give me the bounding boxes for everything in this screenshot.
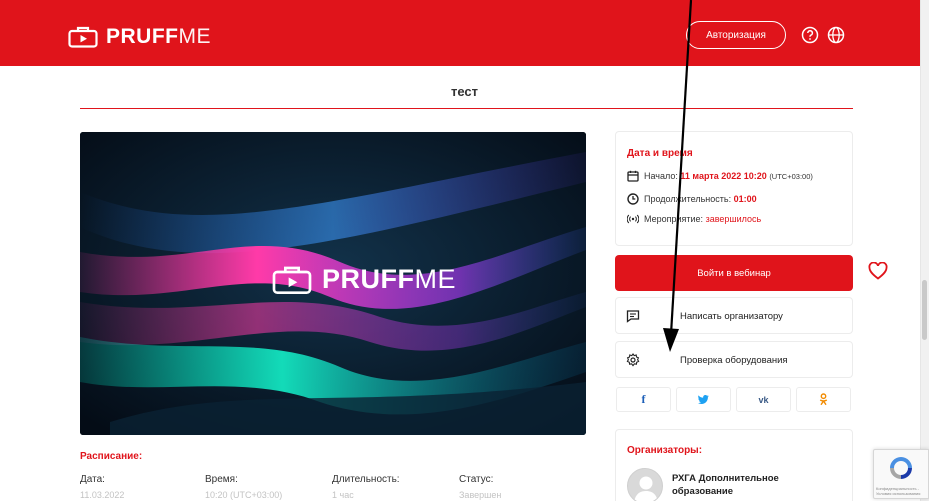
write-organizer-label: Написать организатору	[680, 311, 783, 322]
start-label: Начало:	[644, 171, 678, 181]
schedule-header-date: Дата:	[80, 474, 105, 485]
login-button[interactable]: Авторизация	[686, 21, 786, 49]
heart-icon[interactable]	[868, 262, 888, 280]
organizer-name[interactable]: РХГА Дополнительное образование	[672, 472, 802, 498]
video-logo: PRUFFME	[272, 264, 456, 295]
equipment-check-label: Проверка оборудования	[680, 355, 788, 366]
schedule-header-status: Статус:	[459, 474, 494, 485]
briefcase-play-icon	[272, 266, 312, 294]
status-label: Мероприятие:	[644, 214, 704, 224]
globe-icon[interactable]	[827, 26, 845, 44]
share-odnoklassniki-button[interactable]	[796, 387, 851, 412]
message-icon	[626, 310, 640, 323]
broadcast-icon	[627, 214, 639, 224]
organizers-title: Организаторы:	[627, 445, 703, 456]
schedule-header-duration: Длительность:	[332, 474, 400, 485]
join-webinar-button[interactable]: Войти в вебинар	[615, 255, 853, 291]
duration-row: Продолжительность: 01:00	[627, 193, 757, 205]
vk-icon: vk	[758, 394, 769, 405]
organizer-avatar[interactable]	[627, 468, 663, 501]
user-icon	[634, 476, 658, 501]
share-vk-button[interactable]: vk	[736, 387, 791, 412]
clock-icon	[627, 193, 639, 205]
event-title: тест	[450, 84, 479, 99]
share-twitter-button[interactable]	[676, 387, 731, 412]
facebook-icon: f	[641, 392, 646, 406]
help-icon[interactable]	[801, 26, 819, 44]
duration-label: Продолжительность:	[644, 194, 732, 204]
scrollbar-thumb[interactable]	[922, 280, 927, 340]
start-value: 11 марта 2022 10:20	[680, 171, 767, 181]
brand-name: PRUFFME	[106, 25, 211, 48]
schedule-date-value: 11.03.2022	[80, 490, 125, 500]
title-divider	[80, 108, 853, 109]
share-facebook-button[interactable]: f	[616, 387, 671, 412]
recaptcha-icon	[890, 457, 912, 479]
video-brand-name: PRUFFME	[322, 264, 456, 294]
twitter-icon	[698, 395, 709, 404]
schedule-duration-value: 1 час	[332, 490, 354, 500]
start-timezone: (UTC+03:00)	[769, 171, 813, 181]
briefcase-play-icon	[68, 26, 98, 48]
datetime-title: Дата и время	[627, 148, 693, 159]
page-scrollbar[interactable]	[920, 0, 929, 501]
schedule-status-value: Завершен	[459, 490, 502, 500]
status-value: завершилось	[705, 214, 762, 224]
recaptcha-links[interactable]: Конфиденциальность - Условия использован…	[876, 486, 926, 496]
status-row: Мероприятие: завершилось	[627, 214, 761, 224]
schedule-time-value: 10:20 (UTC+03:00)	[205, 490, 283, 500]
schedule-title: Расписание:	[80, 451, 143, 462]
start-row: Начало: 11 марта 2022 10:20 (UTC+03:00)	[627, 170, 813, 182]
gear-icon	[626, 353, 640, 367]
odnoklassniki-icon	[819, 393, 828, 406]
calendar-icon	[627, 170, 639, 182]
schedule-header-time: Время:	[205, 474, 238, 485]
logo[interactable]: PRUFFME	[68, 26, 211, 48]
duration-value: 01:00	[733, 194, 757, 204]
